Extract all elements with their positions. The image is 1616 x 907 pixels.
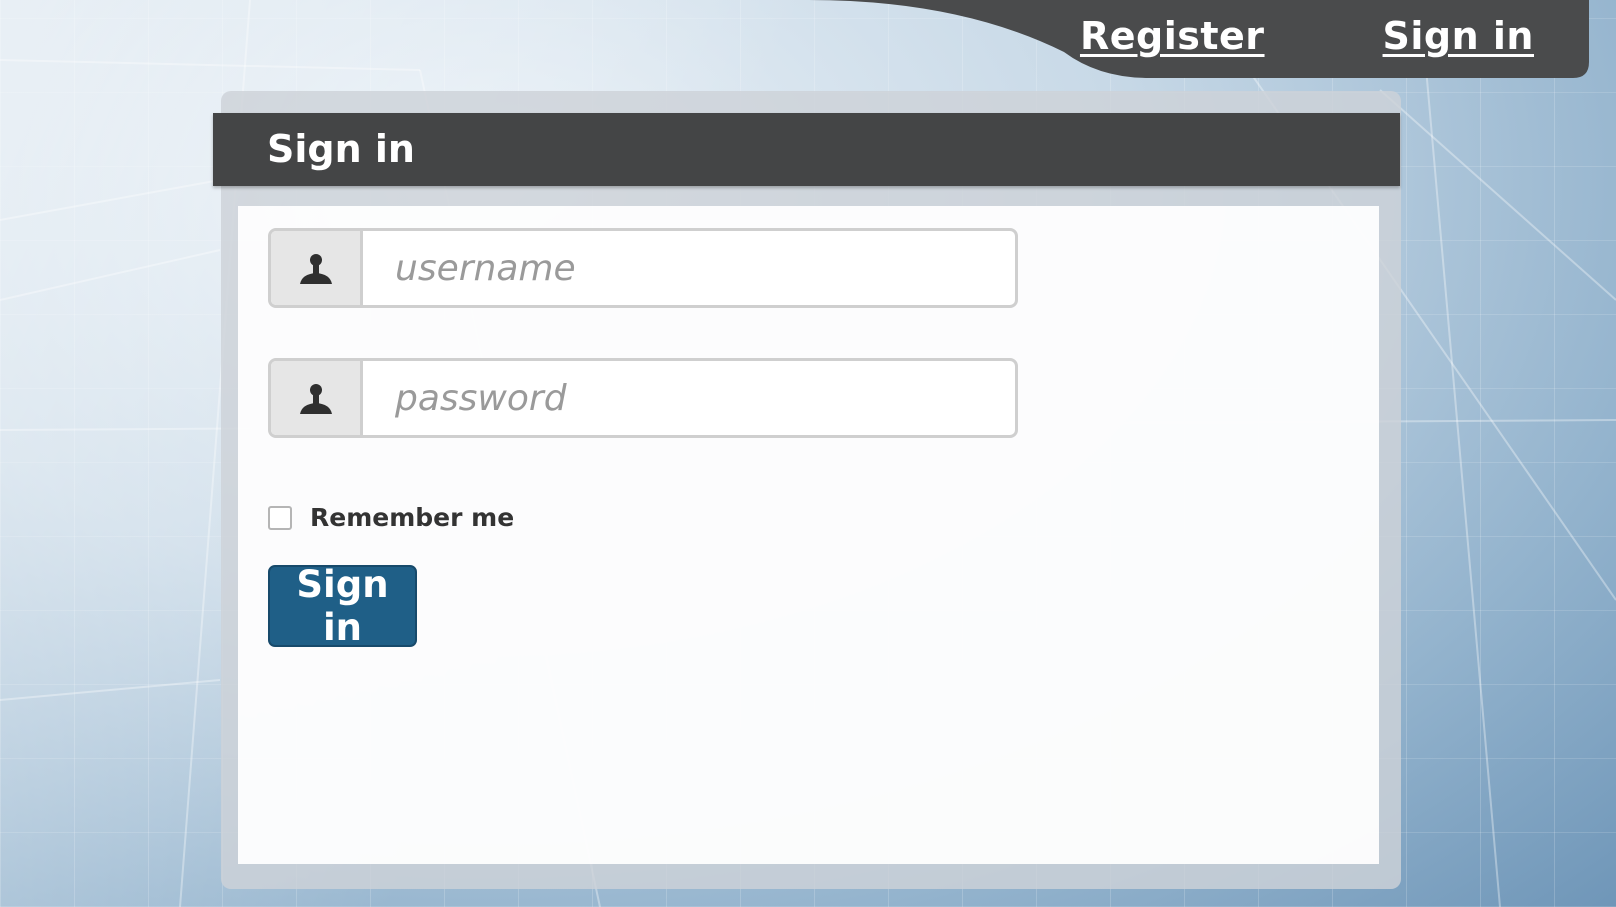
signin-button[interactable]: Sign in: [268, 563, 417, 649]
user-icon: [299, 384, 332, 414]
top-nav: Register Sign in: [809, 0, 1589, 78]
user-icon: [299, 254, 332, 284]
panel-header: Sign in: [213, 113, 1400, 186]
remember-label: Remember me: [310, 503, 515, 532]
username-addon: [271, 231, 363, 305]
password-addon: [271, 361, 363, 435]
register-link[interactable]: Register: [1080, 14, 1265, 58]
signin-form: Remember me Sign in: [238, 206, 1379, 864]
password-input[interactable]: [363, 361, 1015, 435]
signin-link[interactable]: Sign in: [1383, 14, 1534, 58]
panel-title: Sign in: [267, 127, 415, 171]
remember-me: Remember me: [268, 503, 514, 532]
username-group: [268, 228, 1018, 308]
remember-checkbox[interactable]: [268, 505, 292, 530]
password-group: [268, 358, 1018, 438]
username-input[interactable]: [363, 231, 1015, 305]
